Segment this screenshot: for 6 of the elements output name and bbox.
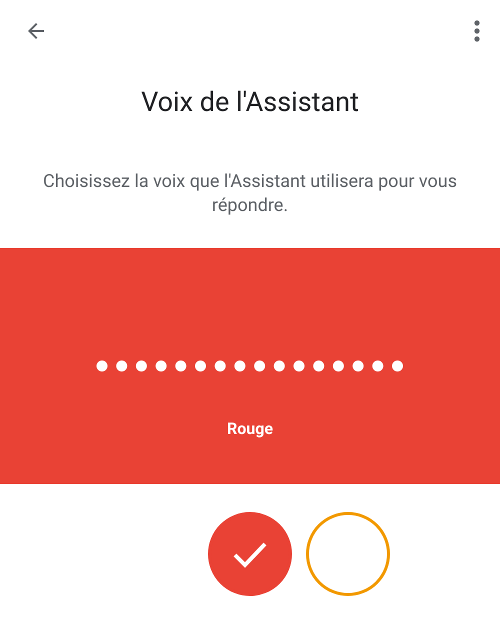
voice-name: Rouge: [226, 419, 274, 438]
check-icon: [232, 540, 268, 568]
more-options-icon: [474, 20, 480, 42]
page-description: Choisissez la voix que l'Assistant utilisera pour vous répondre.: [42, 170, 458, 218]
more-options-button[interactable]: [474, 20, 480, 42]
page-title: Voix de l'Assistant: [140, 86, 360, 118]
